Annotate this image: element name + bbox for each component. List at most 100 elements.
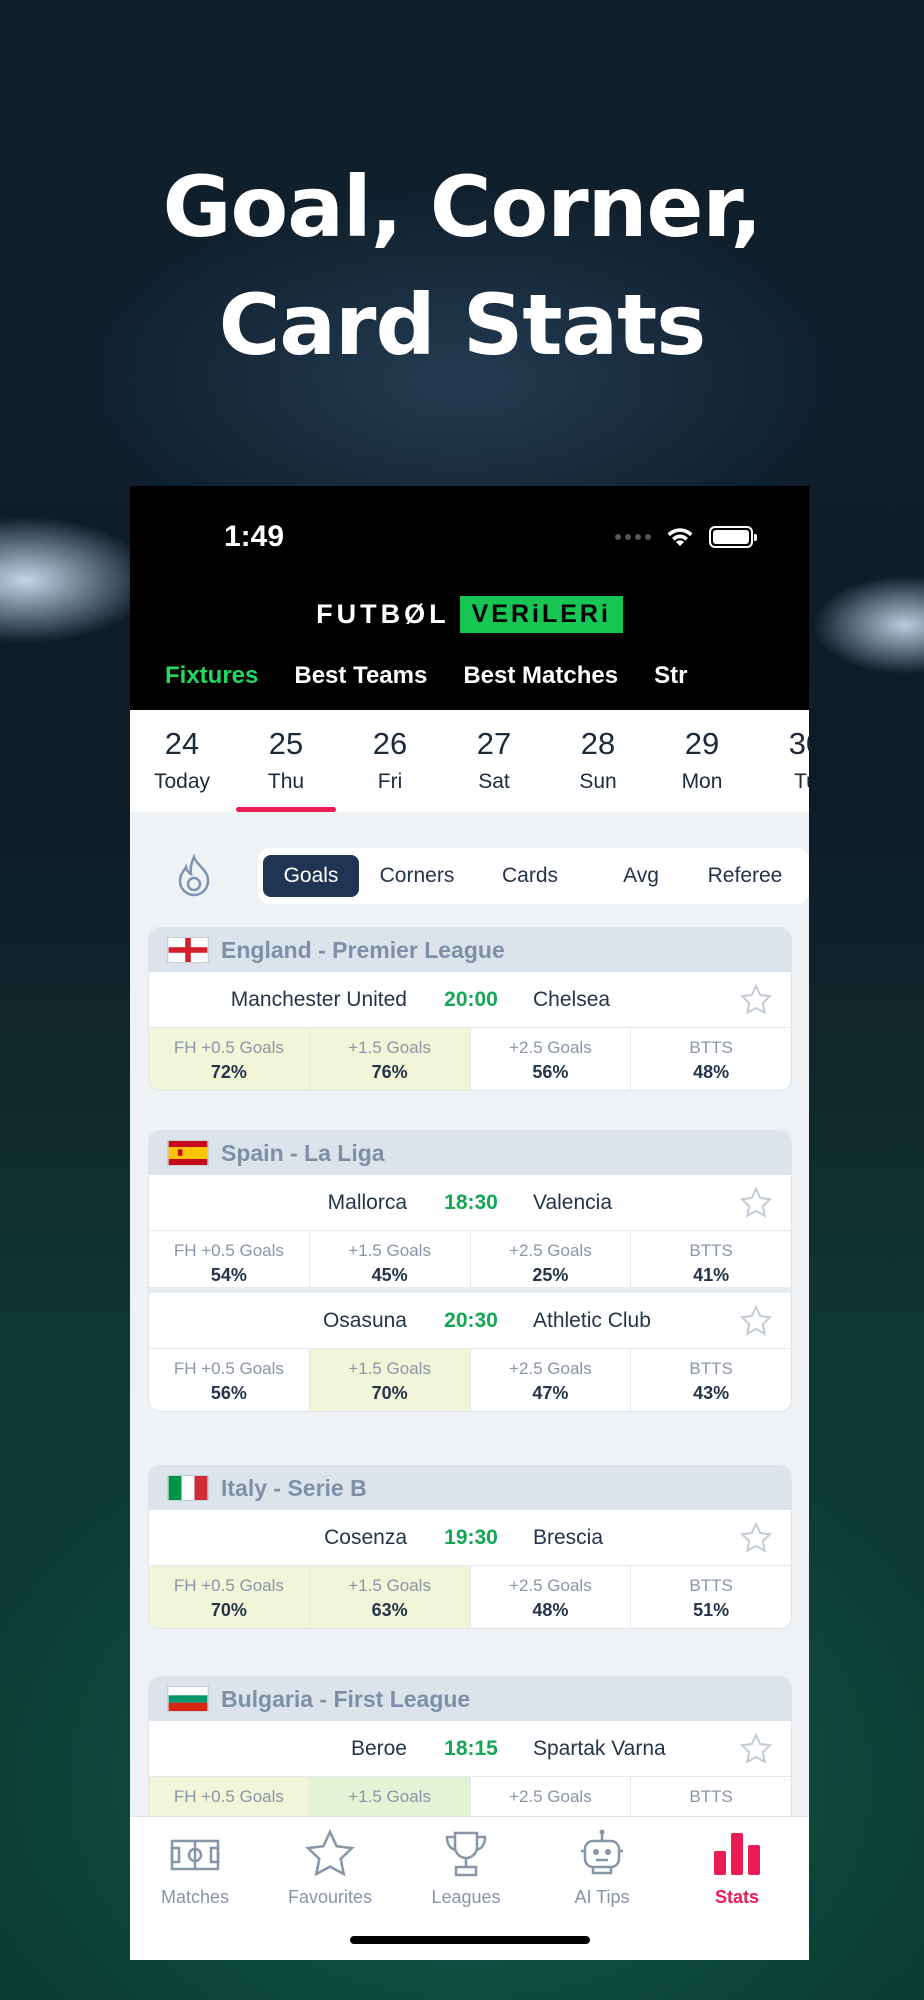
stat-cell: FH +0.5 Goals 54% <box>149 1231 310 1287</box>
tab-best-matches[interactable]: Best Matches <box>463 662 618 690</box>
away-team: Chelsea <box>533 988 611 1011</box>
match-row[interactable]: Cosenza 19:30 Brescia <box>149 1510 791 1566</box>
date-day: Today <box>153 770 211 793</box>
favourite-star-icon[interactable] <box>739 983 773 1017</box>
tab-streaks[interactable]: Str <box>654 662 687 690</box>
filter-row: Goals Corners Cards Avg Referee <box>148 848 809 904</box>
stat-cell: +1.5 Goals 76% <box>309 1028 471 1090</box>
date-number: 27 <box>476 726 512 761</box>
stat-cell: FH +0.5 Goals 70% <box>149 1566 310 1628</box>
stat-cell: +2.5 Goals 56% <box>471 1028 632 1090</box>
stat-cell: +2.5 Goals 48% <box>471 1566 632 1628</box>
league-name: England - Premier League <box>221 936 505 963</box>
filter-corners[interactable]: Corners <box>359 855 475 897</box>
date-item[interactable]: 29 Mon <box>650 710 754 812</box>
tab-label: Leagues <box>431 1887 501 1907</box>
battery-icon <box>709 526 757 548</box>
signal-icon <box>615 534 651 540</box>
date-day: Tu <box>794 770 809 793</box>
stat-cell: BTTS 43% <box>689 1359 733 1403</box>
match-stats: FH +0.5 Goals 70% +1.5 Goals 63% +2.5 Goal… <box>149 1566 791 1628</box>
promo-headline: Goal, Corner, Card Stats <box>0 148 924 384</box>
tab-label: Favourites <box>287 1887 373 1907</box>
favourite-star-icon[interactable] <box>739 1186 773 1220</box>
star-outline-icon <box>305 1829 355 1877</box>
date-item[interactable]: 26 Fri <box>338 710 442 812</box>
england-flag-icon <box>167 937 209 963</box>
tab-ai-tips[interactable]: AI Tips <box>542 1827 662 1908</box>
tab-label: AI Tips <box>574 1887 630 1907</box>
tab-label: Matches <box>160 1887 230 1907</box>
status-time: 1:49 <box>224 520 285 553</box>
tab-leagues[interactable]: Leagues <box>406 1827 526 1908</box>
tab-stats[interactable]: Stats <box>677 1827 797 1908</box>
league-name: Bulgaria - First League <box>221 1685 471 1712</box>
status-icons <box>615 526 757 548</box>
league-card-italy: Italy - Serie B Cosenza 19:30 Brescia FH… <box>148 1465 792 1629</box>
date-item[interactable]: 30 Tu <box>754 710 809 812</box>
stat-cell: BTTS 41% <box>689 1241 733 1285</box>
match-stats: FH +0.5 Goals 54% +1.5 Goals 45% +2.5 Goal… <box>149 1231 791 1293</box>
stat-cell: FH +0.5 Goals 72% <box>149 1028 310 1090</box>
bulgaria-flag-icon <box>167 1686 209 1712</box>
date-day: Fri <box>377 770 403 793</box>
match-stats: FH +0.5 Goals 72% +1.5 Goals 76% +2.5 Goal… <box>149 1028 791 1090</box>
filter-goals[interactable]: Goals <box>263 855 359 897</box>
match-time: 19:30 <box>444 1526 498 1549</box>
top-tabs: Fixtures Best Teams Best Matches Str <box>130 642 809 710</box>
league-header[interactable]: England - Premier League <box>149 928 791 972</box>
match-row[interactable]: Mallorca 18:30 Valencia <box>149 1175 791 1231</box>
robot-icon <box>581 1829 623 1875</box>
match-time: 20:00 <box>444 988 498 1011</box>
date-day: Mon <box>681 770 723 793</box>
favourite-star-icon[interactable] <box>739 1304 773 1338</box>
league-header[interactable]: Italy - Serie B <box>149 1466 791 1510</box>
filter-cards[interactable]: Cards <box>475 855 585 897</box>
status-bar: 1:49 <box>130 486 809 586</box>
bottom-tab-bar: Matches Favourites Leagues AI Tips Stats <box>130 1816 809 1960</box>
fire-icon[interactable] <box>166 848 222 904</box>
headline-line-1: Goal, Corner, <box>162 158 763 256</box>
tab-matches[interactable]: Matches <box>135 1827 255 1908</box>
league-header[interactable]: Bulgaria - First League <box>149 1677 791 1721</box>
date-number: 29 <box>684 726 720 761</box>
favourite-star-icon[interactable] <box>739 1521 773 1555</box>
filter-referee[interactable]: Referee <box>697 855 793 897</box>
stat-cell: +2.5 Goals 25% <box>471 1231 632 1287</box>
match-row[interactable]: Beroe 18:15 Spartak Varna <box>149 1721 791 1777</box>
spain-flag-icon <box>167 1140 209 1166</box>
match-row[interactable]: Osasuna 20:30 Athletic Club <box>149 1293 791 1349</box>
stat-cell: +1.5 Goals 63% <box>309 1566 471 1628</box>
phone-screen: 1:49 FUTBØL VERiLERi Fixtures Best Teams… <box>130 486 809 1960</box>
league-name: Italy - Serie B <box>221 1474 367 1501</box>
stat-cell: +2.5 Goals 47% <box>471 1349 632 1411</box>
home-indicator <box>350 1936 590 1944</box>
date-item[interactable]: 24 Today <box>130 710 234 812</box>
date-item[interactable]: 28 Sun <box>546 710 650 812</box>
away-team: Brescia <box>533 1526 604 1549</box>
league-header[interactable]: Spain - La Liga <box>149 1131 791 1175</box>
match-row[interactable]: Manchester United 20:00 Chelsea <box>149 972 791 1028</box>
logo-text: FUTBØL <box>316 598 450 629</box>
stat-cell: +1.5 Goals 70% <box>309 1349 471 1411</box>
stat-filter-segments: Goals Corners Cards Avg Referee <box>258 848 809 904</box>
tab-best-teams[interactable]: Best Teams <box>294 662 427 690</box>
date-day: Sun <box>579 770 617 793</box>
away-team: Valencia <box>533 1191 612 1214</box>
tab-favourites[interactable]: Favourites <box>270 1827 390 1908</box>
match-time: 20:30 <box>444 1309 498 1332</box>
date-item-selected[interactable]: 25 Thu <box>234 710 338 812</box>
date-day: Sat <box>478 770 510 793</box>
match-time: 18:15 <box>444 1737 498 1760</box>
match-stats: FH +0.5 Goals 56% +1.5 Goals 70% +2.5 Goal… <box>149 1349 791 1411</box>
favourite-star-icon[interactable] <box>739 1732 773 1766</box>
filter-avg[interactable]: Avg <box>585 855 697 897</box>
match-time: 18:30 <box>444 1191 498 1214</box>
italy-flag-icon <box>167 1475 209 1501</box>
pitch-icon <box>170 1839 220 1871</box>
logo-badge: VERiLERi <box>459 595 623 633</box>
date-number: 26 <box>372 726 408 761</box>
date-item[interactable]: 27 Sat <box>442 710 546 812</box>
stat-cell: BTTS 51% <box>689 1576 733 1620</box>
tab-fixtures[interactable]: Fixtures <box>165 662 258 690</box>
